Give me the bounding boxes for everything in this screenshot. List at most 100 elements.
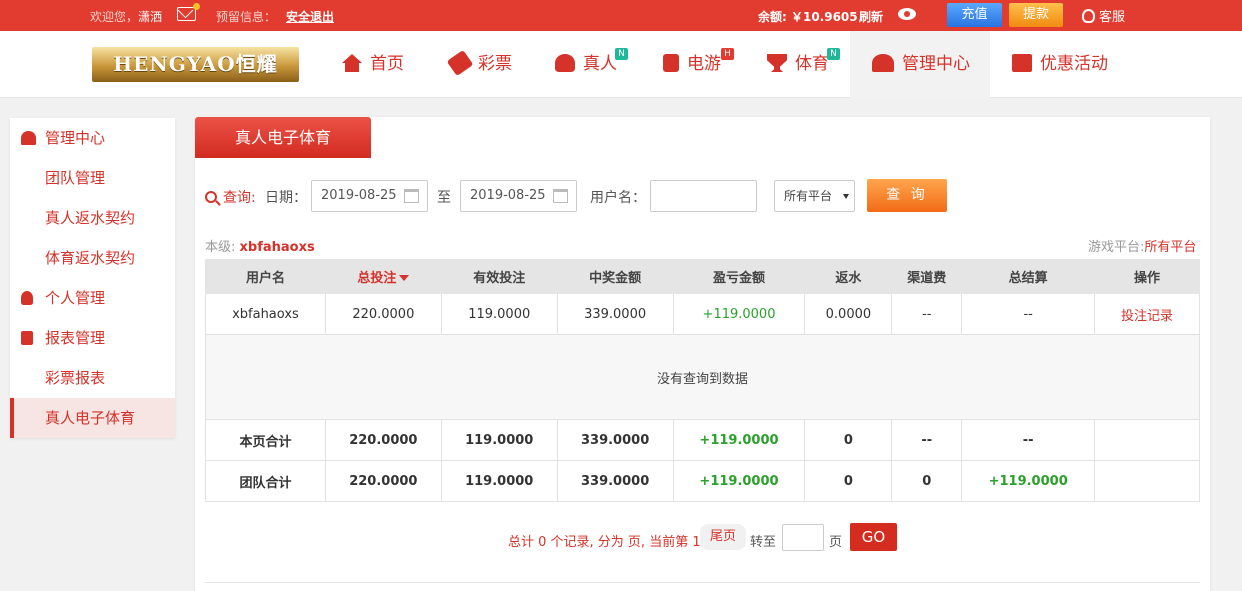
sort-desc-icon	[399, 275, 410, 281]
top-bar: 欢迎您，潇洒 预留信息： 安全退出 余额: ￥10.9605 刷新 充值 提款 …	[0, 0, 1242, 31]
table-cell: 本页合计	[205, 419, 326, 461]
sidebar-item-personal[interactable]: 个人管理	[10, 278, 175, 318]
sidebar-item-management-center[interactable]: 管理中心	[10, 118, 175, 158]
column-header: 中奖金额	[556, 259, 674, 294]
logo[interactable]: HENGYAO恒耀	[92, 47, 299, 82]
table-cell: 团队合计	[205, 460, 326, 502]
table-cell: 220.0000	[324, 419, 442, 461]
nav-management[interactable]: 管理中心	[850, 31, 990, 98]
nav-lottery[interactable]: 彩票	[446, 31, 512, 98]
balance-text: 余额: ￥10.9605	[758, 10, 858, 24]
nav-home[interactable]: 首页	[342, 31, 404, 98]
sidebar-item-label: 报表管理	[45, 329, 106, 347]
search-label: 查询:	[205, 187, 256, 207]
table-cell: 339.0000	[556, 293, 674, 335]
hot-badge: H	[721, 48, 734, 60]
sidebar-item-live-sports-report[interactable]: 真人电子体育	[10, 398, 175, 438]
sidebar-item-label: 体育返水契约	[45, 249, 136, 267]
platform-select[interactable]: 所有平台	[774, 180, 855, 212]
go-button[interactable]: GO	[850, 523, 897, 551]
level-label: 本级:	[205, 240, 236, 255]
column-header: 有效投注	[440, 259, 558, 294]
query-button[interactable]: 查 询	[867, 179, 947, 212]
table-cell: --	[891, 419, 963, 461]
sidebar-item-label: 团队管理	[45, 169, 106, 187]
new-badge: N	[827, 48, 840, 60]
empty-row: 没有查询到数据	[205, 334, 1200, 420]
table-cell: +119.0000	[672, 419, 806, 461]
nav-promotions[interactable]: 优惠活动	[1012, 31, 1108, 98]
welcome-label: 欢迎您，	[90, 10, 139, 24]
page-label: 页	[829, 535, 843, 550]
table-cell: 0	[804, 419, 893, 461]
column-header: 用户名	[205, 259, 326, 294]
withdraw-button[interactable]: 提款	[1009, 3, 1063, 27]
sidebar: 管理中心 团队管理 真人返水契约 体育返水契约 个人管理 报表管理 彩票报表 真…	[10, 118, 175, 438]
search-label-text: 查询:	[223, 190, 256, 206]
end-date-value: 2019-08-25	[470, 188, 546, 203]
table-cell: +119.0000	[961, 460, 1096, 502]
username-input[interactable]	[650, 180, 757, 212]
column-header: 盈亏金额	[672, 259, 806, 294]
person-icon	[21, 291, 33, 305]
table-cell: xbfahaoxs	[205, 293, 326, 335]
panel-title-tab[interactable]: 真人电子体育	[195, 117, 371, 158]
table-cell	[1094, 419, 1200, 461]
table-cell: 0.0000	[804, 293, 893, 335]
refresh-link[interactable]: 刷新	[859, 8, 883, 25]
nav-label: 彩票	[478, 54, 512, 74]
table-cell: --	[961, 293, 1096, 335]
gift-icon	[1012, 54, 1032, 72]
team-total-row: 团队合计 220.0000 119.0000 339.0000 +119.000…	[205, 460, 1200, 502]
column-header-sortable[interactable]: 总投注	[324, 259, 442, 294]
column-header: 操作	[1094, 259, 1200, 294]
sidebar-item-lottery-report[interactable]: 彩票报表	[10, 358, 175, 398]
sidebar-item-live-rebate[interactable]: 真人返水契约	[10, 198, 175, 238]
customer-service-link[interactable]: 客服	[1082, 6, 1125, 25]
start-date-value: 2019-08-25	[321, 188, 397, 203]
eye-icon[interactable]	[898, 8, 916, 20]
table-cell: --	[961, 419, 1096, 461]
goto-label: 转至	[750, 535, 777, 550]
sidebar-item-sports-rebate[interactable]: 体育返水契约	[10, 238, 175, 278]
platform-info: 游戏平台:所有平台	[1088, 236, 1196, 255]
report-icon	[21, 331, 33, 345]
search-icon	[205, 191, 217, 203]
notice-label: 预留信息：	[216, 10, 277, 24]
nav-label: 真人	[583, 54, 617, 74]
service-label: 客服	[1099, 10, 1126, 25]
table-cell: 0	[891, 460, 963, 502]
nav-sports[interactable]: 体育 N	[767, 31, 840, 98]
page-number-input[interactable]	[782, 524, 824, 551]
sidebar-item-label: 个人管理	[45, 289, 106, 307]
level-user[interactable]: xbfahaoxs	[240, 240, 315, 255]
chevron-down-icon	[843, 194, 849, 199]
divider	[205, 582, 1200, 583]
username: 潇洒	[138, 10, 163, 24]
column-header: 返水	[804, 259, 893, 294]
sidebar-item-team-management[interactable]: 团队管理	[10, 158, 175, 198]
logout-link[interactable]: 安全退出	[286, 8, 334, 25]
sidebar-item-reports[interactable]: 报表管理	[10, 318, 175, 358]
mail-icon[interactable]	[177, 3, 200, 21]
nav-slots[interactable]: 电游 H	[663, 31, 734, 98]
sidebar-item-label: 管理中心	[45, 129, 106, 147]
calendar-icon[interactable]	[553, 189, 568, 203]
table-cell: 339.0000	[556, 419, 674, 461]
deposit-button[interactable]: 充值	[947, 3, 1002, 27]
table-cell: 119.0000	[440, 293, 558, 335]
home-icon	[342, 54, 362, 72]
sidebar-item-label: 真人返水契约	[45, 209, 136, 227]
bet-record-link[interactable]: 投注记录	[1094, 293, 1200, 335]
sidebar-item-label: 真人电子体育	[45, 409, 136, 427]
table-cell: 0	[804, 460, 893, 502]
calendar-icon[interactable]	[404, 189, 419, 203]
nav-live[interactable]: 真人 N	[555, 31, 628, 98]
game-icon	[663, 54, 679, 72]
last-page-button[interactable]: 尾页	[700, 524, 746, 550]
date-label: 日期：	[265, 190, 307, 206]
table-cell: +119.0000	[672, 293, 806, 335]
start-date-input[interactable]: 2019-08-25	[311, 180, 428, 212]
end-date-input[interactable]: 2019-08-25	[460, 180, 577, 212]
main-panel: 真人电子体育 查询: 日期： 2019-08-25 至 2019-08-25 用…	[195, 117, 1210, 591]
